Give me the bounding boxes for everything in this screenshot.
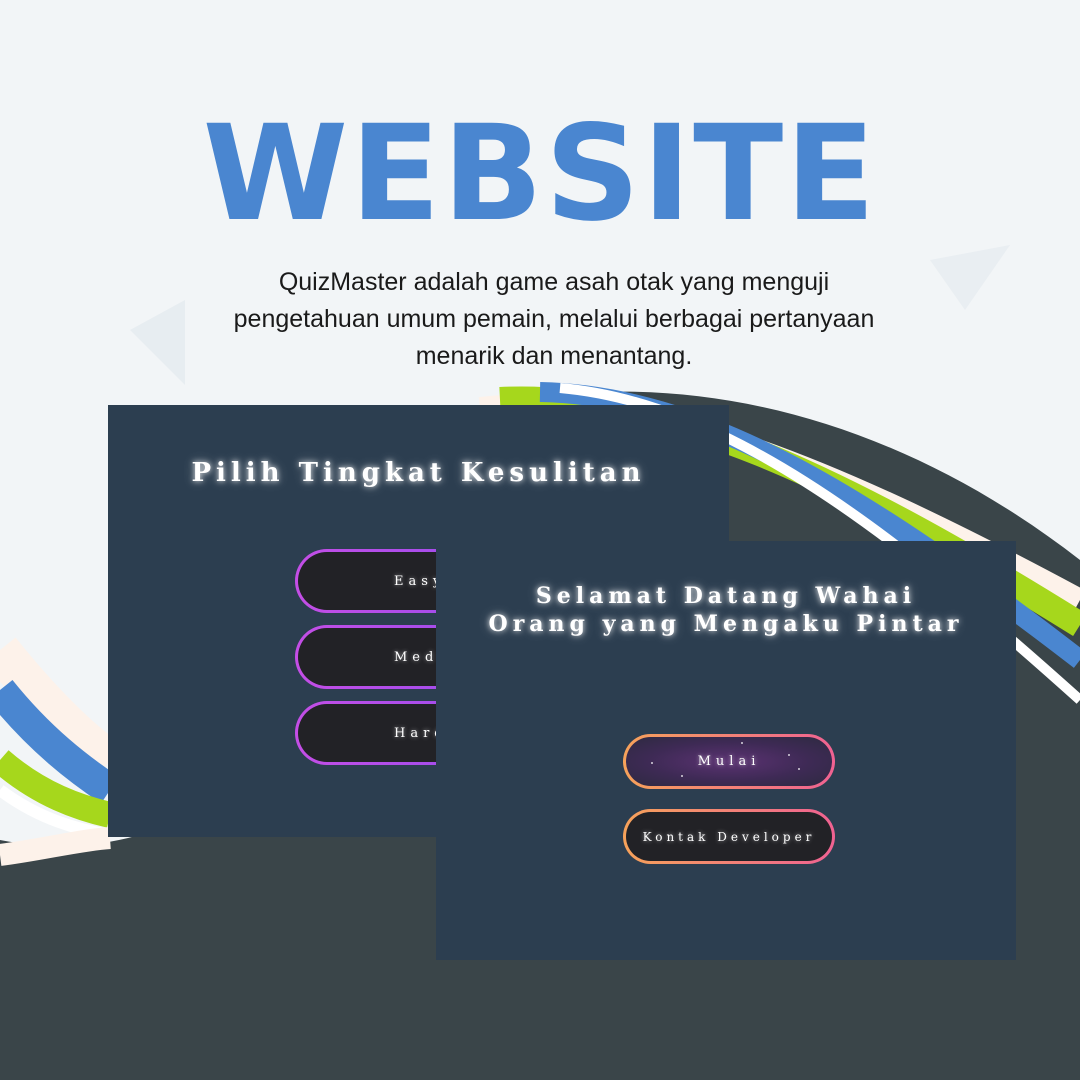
sparkle-decoration [651,762,653,764]
contact-developer-button-label: Kontak Developer [626,812,832,861]
sparkle-decoration [788,754,790,756]
start-button[interactable]: Mulai [623,734,835,789]
hero-description: QuizMaster adalah game asah otak yang me… [190,264,918,375]
hero-description-line: pengetahuan umum pemain, melalui berbaga… [233,305,875,333]
difficulty-title: Pilih Tingkat Kesulitan [191,458,646,488]
hero-description-line: QuizMaster adalah game asah otak yang me… [278,268,830,296]
sparkle-decoration [681,775,683,777]
hero-title: WEBSITE [202,97,878,251]
welcome-title: Selamat Datang Wahai Orang yang Mengaku … [436,582,1016,638]
sparkle-decoration [798,768,800,770]
start-button-label: Mulai [626,737,832,786]
sparkle-decoration [741,742,743,744]
welcome-title-line: Selamat Datang Wahai [535,583,917,609]
welcome-title-line: Orang yang Mengaku Pintar [488,611,964,637]
contact-developer-button[interactable]: Kontak Developer [623,809,835,864]
hero-description-line: menarik dan menantang. [415,342,693,370]
